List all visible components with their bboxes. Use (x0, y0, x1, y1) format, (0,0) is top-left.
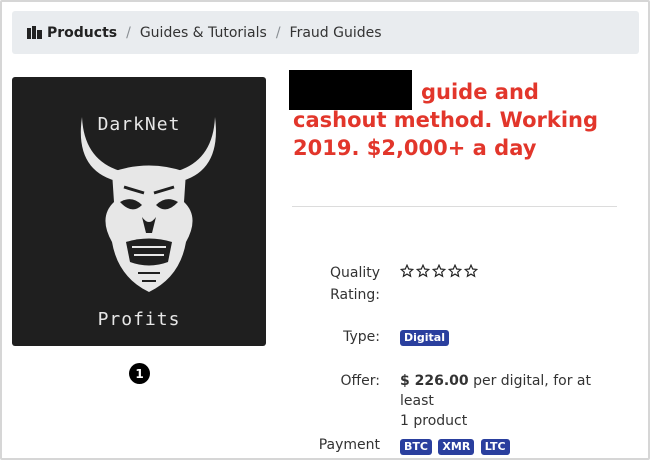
offer-rest-2: 1 product (400, 413, 468, 429)
sitemap-icon (27, 26, 42, 39)
oni-mask-image (80, 117, 216, 292)
offer-value: $ 226.00 per digital, for at least 1 pro… (400, 371, 620, 431)
breadcrumb-home-label: Products (47, 24, 118, 41)
payment-methods: BTC XMR LTC (400, 436, 512, 456)
quality-label-line2: Rating: (330, 287, 380, 303)
payment-badge-xmr: XMR (438, 439, 475, 455)
star-icon[interactable] (432, 264, 446, 278)
type-badge: Digital (400, 330, 449, 346)
breadcrumb-guides-tutorials[interactable]: Guides & Tutorials (140, 25, 267, 41)
rating-stars[interactable] (400, 264, 478, 278)
type-value: Digital (400, 327, 451, 347)
star-icon[interactable] (448, 264, 462, 278)
title-line-2: cashout method. Working (293, 108, 599, 132)
offer-price: $ 226.00 (400, 373, 469, 389)
image-text-bottom: Profits (97, 309, 181, 330)
page-frame: Products / Guides & Tutorials / Fraud Gu… (0, 0, 650, 460)
star-icon[interactable] (416, 264, 430, 278)
star-icon[interactable] (464, 264, 478, 278)
image-pager-dot[interactable]: 1 (129, 363, 150, 384)
star-icon[interactable] (400, 264, 414, 278)
payment-label: Payment (318, 437, 380, 453)
breadcrumb-fraud-guides[interactable]: Fraud Guides (290, 25, 382, 41)
product-title: guide and cashout method. Working 2019. … (293, 78, 623, 162)
product-image[interactable]: DarkNet Profits (12, 77, 266, 346)
type-label: Type: (343, 329, 380, 345)
breadcrumb-separator: / (275, 24, 281, 41)
payment-badge-btc: BTC (400, 439, 432, 455)
quality-rating-label: Quality Rating: (318, 262, 380, 306)
offer-label: Offer: (340, 373, 380, 389)
quality-label-line1: Quality (329, 265, 380, 281)
title-line-1: guide and (421, 80, 539, 104)
breadcrumb: Products / Guides & Tutorials / Fraud Gu… (12, 11, 639, 54)
breadcrumb-separator: / (126, 24, 131, 41)
title-line-3: 2019. $2,000+ a day (293, 136, 537, 160)
breadcrumb-home[interactable]: Products (27, 25, 117, 41)
payment-badge-ltc: LTC (480, 439, 510, 455)
divider (292, 206, 617, 207)
